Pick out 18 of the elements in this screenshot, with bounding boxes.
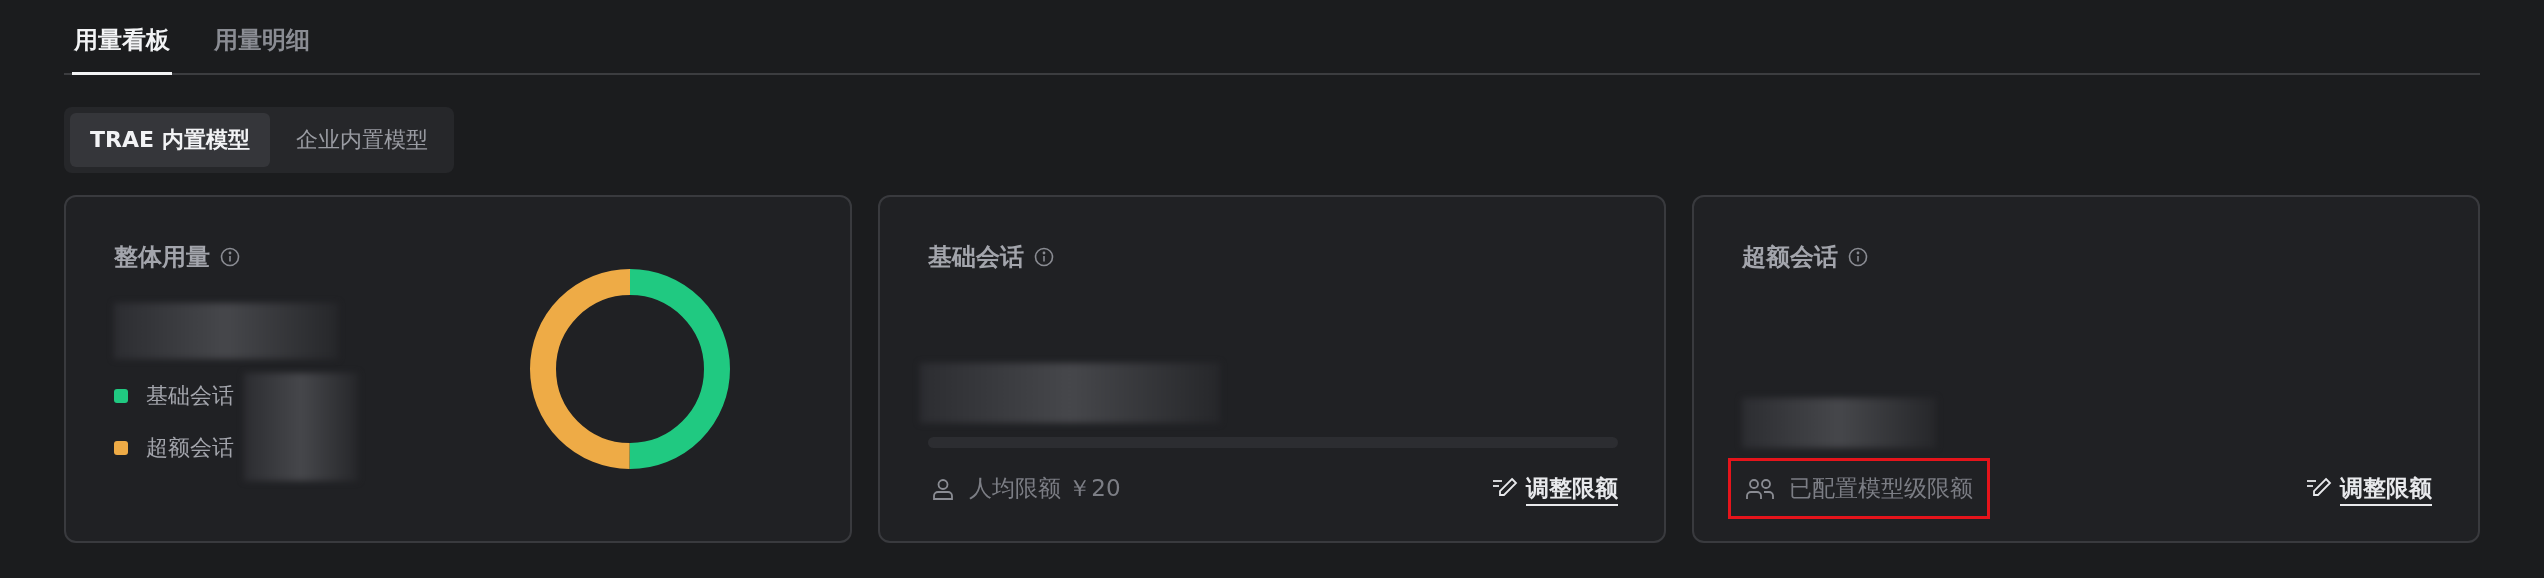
- segment-option[interactable]: TRAE 内置模型: [70, 113, 270, 167]
- segment-option[interactable]: 企业内置模型: [275, 113, 448, 167]
- info-icon: [220, 247, 240, 267]
- quota-note: 人均限额 ￥20: [969, 474, 1121, 503]
- card-title: 超额会话: [1742, 242, 1838, 273]
- adjust-limit-link[interactable]: 调整限额: [1492, 473, 1618, 504]
- tab[interactable]: 用量看板: [72, 14, 172, 75]
- quota-note: 已配置模型级限额: [1789, 474, 1973, 503]
- info-icon: [1034, 247, 1054, 267]
- legend-label: 基础会话: [146, 382, 234, 410]
- info-icon: [1848, 247, 1868, 267]
- tab[interactable]: 用量明细: [212, 14, 312, 75]
- person-icon: [931, 476, 955, 501]
- adjust-limit-link[interactable]: 调整限额: [2306, 473, 2432, 504]
- card-title: 整体用量: [114, 242, 210, 273]
- card-title: 基础会话: [928, 242, 1024, 273]
- people-icon: [1745, 476, 1775, 501]
- legend-label: 超额会话: [146, 434, 234, 462]
